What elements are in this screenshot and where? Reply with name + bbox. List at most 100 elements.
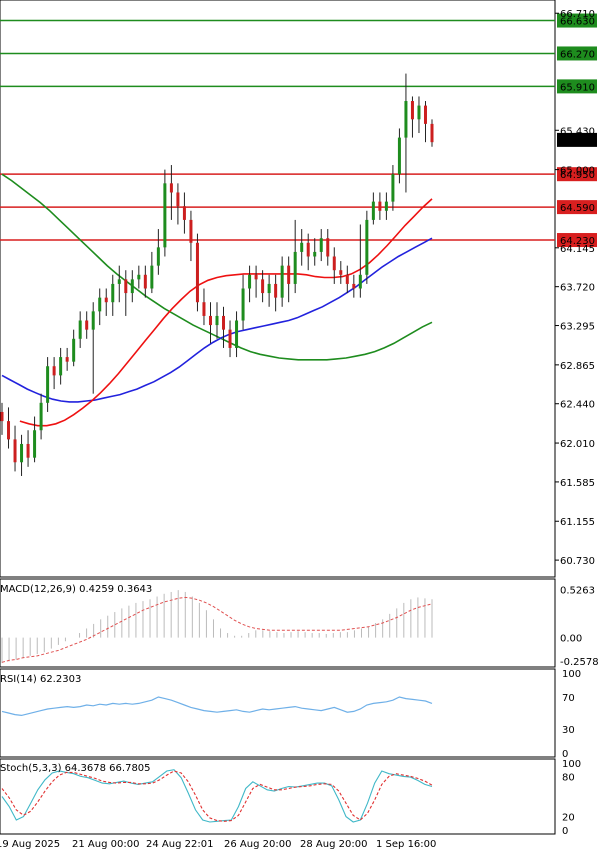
candle-body [59,357,63,376]
candle-body [417,105,421,120]
candle-body [208,315,212,326]
price-tick-label: 61.585 [560,478,595,489]
candle-body [104,297,108,303]
candle-body [195,242,199,303]
candle-body [287,265,291,284]
stoch-tick-label: 80 [562,772,575,783]
price-tick-label: 64.145 [560,244,595,255]
candle-body [300,242,304,252]
candle-body [182,206,186,220]
candle-body [274,283,278,298]
candle-body [404,101,408,138]
time-tick-label: 26 Aug 20:00 [224,839,291,849]
candle-body [124,279,128,294]
price-tick-label: 63.295 [560,322,595,333]
candle-body [137,274,141,280]
macd-label: MACD(12,26,9) 0.4259 0.3643 [0,584,152,595]
candle-body [202,302,206,316]
candle-body [410,101,414,120]
candle-body [248,274,252,289]
candle-body [352,283,356,289]
candle-body [306,242,310,257]
price-tick-label: 60.730 [560,556,595,567]
candle-body [7,421,11,440]
candle-body [98,297,102,312]
time-axis: 19 Aug 2025 21 Aug 00:00 24 Aug 22:01 26 Au… [0,839,436,849]
rsi-panel[interactable] [0,668,556,758]
candle-body [91,311,95,330]
candle-body [39,402,43,431]
macd-tick-label: 0.00 [560,634,582,645]
candle-body [163,183,167,248]
price-tick-label: 62.865 [560,361,595,372]
candle-body [143,274,147,289]
candle-body [189,219,193,243]
candle-body [26,443,30,458]
price-tick-label: 65.430 [560,126,595,137]
candle-body [78,320,82,339]
candle-body [235,320,239,348]
candle-body [365,219,369,275]
stoch-tick-label: 0 [562,826,568,837]
candle-body [254,274,258,280]
candle-body [241,288,245,321]
candle-body [345,274,349,284]
candle-body [378,201,382,211]
candle-body [293,251,297,284]
time-tick-label: 21 Aug 00:00 [72,839,139,849]
candle-body [156,247,160,266]
candle-body [423,105,427,124]
time-tick-label: 1 Sep 16:00 [376,839,436,849]
time-tick-label: 24 Aug 22:01 [146,839,213,849]
rsi-tick-label: 70 [562,693,575,704]
price-tick-label: 65.000 [560,166,595,177]
rsi-tick-label: 100 [562,669,581,680]
macd-tick-label: 0.5263 [560,586,595,597]
candle-body [111,283,115,303]
candle-body [358,274,362,289]
candle-body [215,315,219,326]
stoch-tick-label: 100 [562,759,581,770]
candle-body [332,256,336,271]
time-tick-label: 19 Aug 2025 [0,839,60,849]
candle-body [13,439,17,463]
candle-body [46,366,50,403]
rsi-tick-label: 30 [562,725,575,736]
candle-body [176,192,180,207]
candle-body [33,430,37,458]
candle-body [371,201,375,220]
candle-body [313,251,317,257]
candle-body [326,238,330,257]
candle-body [222,315,226,330]
level-price-label: 64.590 [560,203,595,214]
price-tick-label: 62.440 [560,400,595,411]
candle-body [397,137,401,175]
candle-body [52,366,56,376]
candle-body [72,338,76,362]
level-price-label: 66.270 [560,49,595,60]
candle-body [261,279,265,294]
stoch-label: Stoch(5,3,3) 64.3678 66.7805 [0,763,151,774]
candle-body [117,279,121,284]
candle-body [430,123,434,143]
candle-body [228,329,232,348]
candle-body [280,265,284,298]
candle-body [130,279,134,294]
candle-body [391,174,395,202]
level-price-label: 65.910 [560,82,595,93]
trading-chart[interactable]: 66.63066.27065.91064.95064.59064.23065.3… [0,0,600,849]
price-tick-label: 63.720 [560,283,595,294]
candle-body [319,238,323,252]
candle-body [384,201,388,211]
candle-body [20,443,24,463]
candle-body [85,320,89,330]
current-price-label: 65.325 [560,136,595,147]
rsi-label: RSI(14) 62.2303 [0,674,81,685]
macd-tick-label: -0.2578 [560,657,599,668]
stoch-tick-label: 20 [562,813,575,824]
price-tick-label: 66.710 [560,9,595,20]
price-tick-label: 61.155 [560,517,595,528]
candle-body [267,283,271,294]
time-tick-label: 28 Aug 20:00 [300,839,367,849]
price-tick-label: 62.010 [560,439,595,450]
